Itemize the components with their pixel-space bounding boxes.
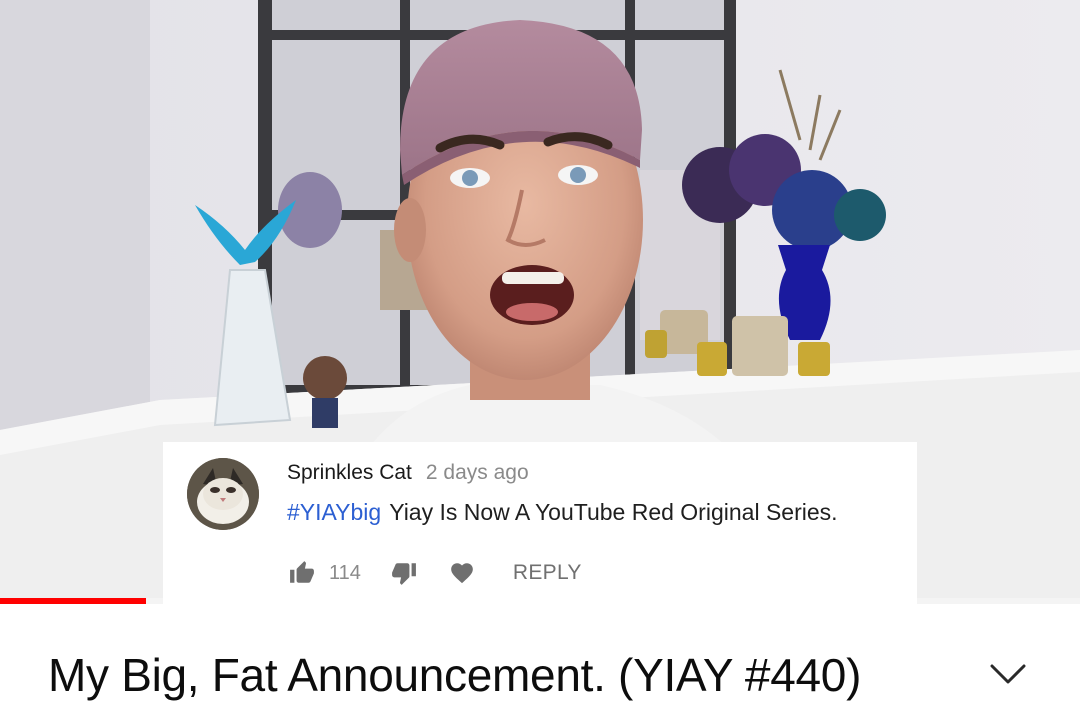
comment-timestamp: 2 days ago	[425, 461, 529, 484]
comment-author[interactable]: Sprinkles Cat	[287, 461, 412, 485]
video-player[interactable]: Sprinkles Cat 2 days ago #YIAYbig Yiay Is…	[0, 0, 1080, 604]
video-title-bar: My Big, Fat Announcement. (YIAY #440)	[0, 604, 1080, 717]
reply-button[interactable]: REPLY	[513, 561, 582, 585]
expand-description-button[interactable]	[980, 654, 1036, 694]
comment-hashtag[interactable]: #YIAYbig	[287, 499, 381, 525]
comment-actions: 114 REPLY	[287, 557, 582, 589]
like-count: 114	[329, 561, 361, 584]
video-title: My Big, Fat Announcement. (YIAY #440)	[48, 649, 862, 701]
avatar[interactable]	[187, 458, 259, 530]
thumbs-down-icon[interactable]	[389, 558, 419, 588]
comment-header: Sprinkles Cat 2 days ago	[287, 461, 529, 485]
comment-message: Yiay Is Now A YouTube Red Original Serie…	[389, 499, 838, 525]
thumbs-up-icon[interactable]	[287, 558, 317, 588]
chevron-down-icon	[990, 664, 1026, 684]
comment-card: Sprinkles Cat 2 days ago #YIAYbig Yiay Is…	[163, 442, 917, 604]
cat-avatar-icon	[187, 458, 259, 530]
comment-text: #YIAYbig Yiay Is Now A YouTube Red Origin…	[287, 499, 838, 526]
heart-icon[interactable]	[447, 558, 477, 588]
